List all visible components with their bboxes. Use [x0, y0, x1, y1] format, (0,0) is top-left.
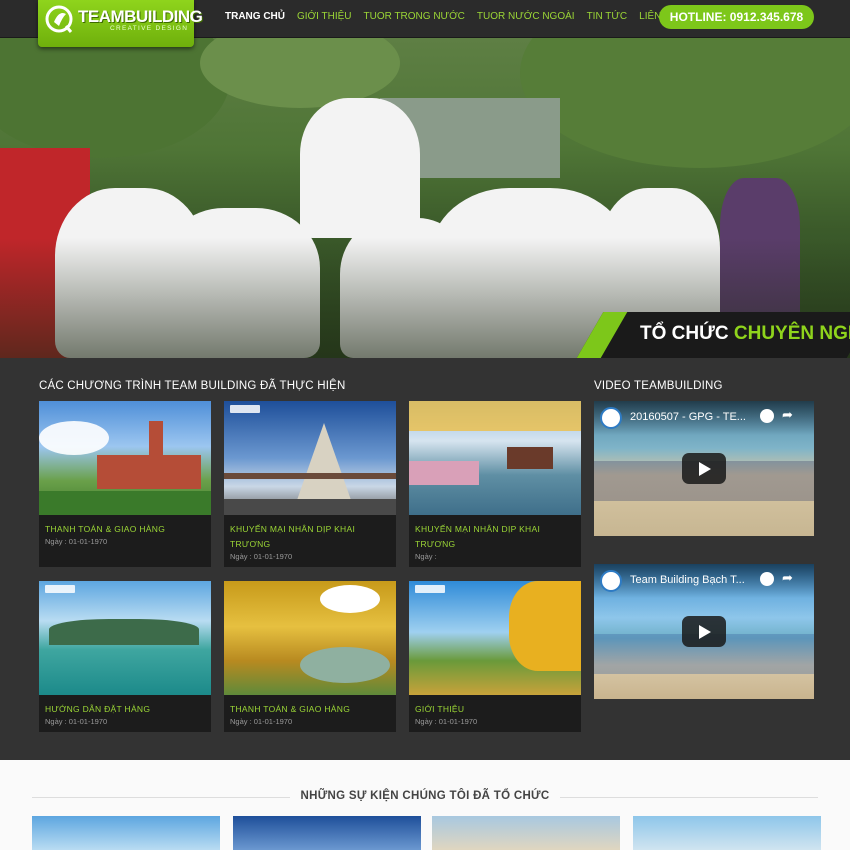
nav-item-international-tours[interactable]: Tuor nước ngoài [471, 10, 581, 24]
program-thumbnail[interactable] [409, 401, 581, 515]
thumb-logo [415, 585, 445, 593]
program-date: Ngày : 01-01-1970 [230, 552, 293, 561]
share-icon[interactable]: ➦ [782, 570, 793, 586]
program-caption: HƯỚNG DẪN ĐẶT HÀNG Ngày : 01-01-1970 [39, 695, 211, 731]
videos-title: VIDEO TEAMBUILDING [594, 380, 723, 392]
programs-title: CÁC CHƯƠNG TRÌNH TEAM BUILDING ĐÃ THỰC H… [39, 380, 346, 392]
program-title[interactable]: THANH TOÁN & GIAO HÀNG [230, 702, 390, 717]
program-thumbnail[interactable] [409, 581, 581, 695]
thumb-cloud [320, 585, 380, 613]
thumb-monument [296, 423, 352, 503]
program-title[interactable]: KHUYẾN MẠI NHÂN DỊP KHAI TRƯƠNG [415, 522, 575, 552]
program-card[interactable]: GIỚI THIỆU Ngày : 01-01-1970 [409, 581, 581, 732]
event-thumbnail[interactable] [432, 816, 620, 850]
video-player[interactable]: Team Building Bạch T... ➦ [594, 564, 814, 699]
channel-avatar[interactable] [600, 570, 622, 592]
hero-caption: TỔ CHỨC CHUYÊN NGHI [640, 323, 850, 345]
event-thumbnail[interactable] [633, 816, 821, 850]
program-card[interactable]: KHUYẾN MẠI NHÂN DỊP KHAI TRƯƠNG Ngày : [409, 401, 581, 567]
thumb-logo [230, 405, 260, 413]
nav-item-news[interactable]: Tin tức [581, 10, 634, 24]
thumb-grass [39, 491, 211, 515]
hero-caption-highlight: CHUYÊN NGHI [733, 323, 850, 344]
logo-text: TEAMBUILDING [78, 7, 203, 26]
hero-banner: TỔ CHỨC CHUYÊN NGHI [0, 38, 850, 358]
program-thumbnail[interactable] [39, 581, 211, 695]
watch-later-icon[interactable] [760, 409, 774, 423]
hero-crowd [300, 98, 420, 238]
program-thumbnail[interactable] [224, 581, 396, 695]
watch-later-icon[interactable] [760, 572, 774, 586]
thumb-pavilion [507, 447, 553, 469]
share-icon[interactable]: ➦ [782, 407, 793, 423]
thumb-logo [45, 585, 75, 593]
video-player[interactable]: 20160507 - GPG - TE... ➦ [594, 401, 814, 536]
hero-tree [520, 38, 850, 168]
program-caption: KHUYẾN MẠI NHÂN DỊP KHAI TRƯƠNG Ngày : 0… [224, 515, 396, 566]
thumb-lake [300, 647, 390, 683]
thumb-rail [224, 473, 396, 479]
video-title[interactable]: 20160507 - GPG - TE... [630, 411, 746, 423]
program-title[interactable]: GIỚI THIỆU [415, 702, 575, 717]
event-thumbnail[interactable] [32, 816, 220, 850]
program-thumbnail[interactable] [39, 401, 211, 515]
program-thumbnail[interactable] [224, 401, 396, 515]
thumb-flowers [409, 461, 479, 485]
program-title[interactable]: THANH TOÁN & GIAO HÀNG [45, 522, 205, 537]
play-button[interactable] [682, 616, 726, 647]
thumb-tower [149, 421, 163, 461]
hero-tree [0, 38, 230, 158]
program-caption: KHUYẾN MẠI NHÂN DỊP KHAI TRƯƠNG Ngày : [409, 515, 581, 566]
program-card[interactable]: THANH TOÁN & GIAO HÀNG Ngày : 01-01-1970 [39, 401, 211, 567]
event-thumbnail[interactable] [233, 816, 421, 850]
logo-subtitle: CREATIVE DESIGN [110, 25, 189, 32]
program-title[interactable]: KHUYẾN MẠI NHÂN DỊP KHAI TRƯƠNG [230, 522, 390, 552]
main-nav: Trang chủ Giới thiệu Tuor trong nước Tuo… [219, 10, 684, 24]
channel-avatar[interactable] [600, 407, 622, 429]
nav-item-domestic-tours[interactable]: Tuor trong nước [358, 10, 471, 24]
program-card[interactable]: KHUYẾN MẠI NHÂN DỊP KHAI TRƯƠNG Ngày : 0… [224, 401, 396, 567]
hero-caption-prefix: TỔ CHỨC [640, 323, 734, 344]
program-card[interactable]: HƯỚNG DẪN ĐẶT HÀNG Ngày : 01-01-1970 [39, 581, 211, 732]
program-caption: THANH TOÁN & GIAO HÀNG Ngày : 01-01-1970 [39, 515, 211, 551]
thumb-cloud [39, 421, 109, 455]
events-title: NHỮNG SỰ KIỆN CHÚNG TÔI ĐÃ TỔ CHỨC [300, 790, 550, 802]
thumb-islands [49, 619, 199, 645]
play-button[interactable] [682, 453, 726, 484]
program-date: Ngày : 01-01-1970 [45, 537, 108, 546]
program-date: Ngày : 01-01-1970 [45, 717, 108, 726]
logo-mark-icon [45, 5, 73, 33]
program-title[interactable]: HƯỚNG DẪN ĐẶT HÀNG [45, 702, 205, 717]
nav-item-home[interactable]: Trang chủ [219, 10, 291, 24]
nav-item-about[interactable]: Giới thiệu [291, 10, 358, 24]
hotline-badge[interactable]: HOTLINE: 0912.345.678 [659, 5, 814, 29]
program-caption: THANH TOÁN & GIAO HÀNG Ngày : 01-01-1970 [224, 695, 396, 731]
thumb-foliage [409, 401, 581, 431]
program-card[interactable]: THANH TOÁN & GIAO HÀNG Ngày : 01-01-1970 [224, 581, 396, 732]
thumb-ground [224, 499, 396, 515]
video-title[interactable]: Team Building Bạch T... [630, 574, 745, 586]
program-date: Ngày : 01-01-1970 [230, 717, 293, 726]
thumb-tree [509, 581, 581, 671]
program-caption: GIỚI THIỆU Ngày : 01-01-1970 [409, 695, 581, 731]
program-date: Ngày : 01-01-1970 [415, 717, 478, 726]
program-date: Ngày : [415, 552, 437, 561]
events-section: NHỮNG SỰ KIỆN CHÚNG TÔI ĐÃ TỔ CHỨC [0, 760, 850, 850]
site-logo[interactable]: TEAMBUILDING CREATIVE DESIGN [38, 0, 203, 47]
